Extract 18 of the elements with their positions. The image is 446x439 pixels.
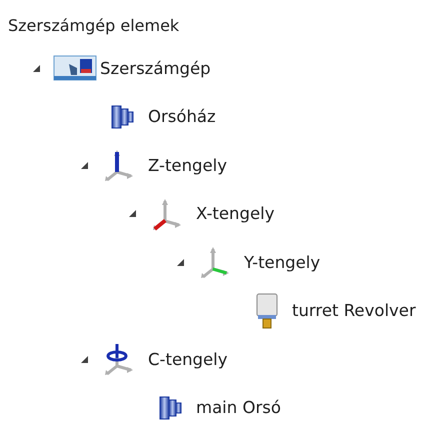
tool-icon bbox=[255, 292, 279, 329]
tree-item-label[interactable]: Szerszámgép bbox=[100, 58, 211, 78]
tree-item-label[interactable]: Orsóház bbox=[148, 107, 216, 126]
tree-item-label[interactable]: main Orsó bbox=[196, 398, 281, 418]
tree-item-label[interactable]: turret Revolver bbox=[292, 301, 416, 320]
tree-item-label[interactable]: Y-tengely bbox=[244, 252, 320, 272]
tree-item-label[interactable]: X-tengely bbox=[196, 204, 274, 224]
expanded-arrow-icon[interactable] bbox=[80, 354, 89, 364]
panel-title: Szerszámgép elemek bbox=[8, 16, 180, 35]
expanded-arrow-icon[interactable] bbox=[128, 209, 137, 218]
tree-item-label[interactable]: Z-tengely bbox=[148, 156, 228, 175]
expanded-arrow-icon[interactable] bbox=[32, 64, 41, 73]
spindle-icon bbox=[158, 394, 184, 421]
machine-icon bbox=[53, 55, 97, 82]
spindle-icon bbox=[110, 104, 136, 130]
expanded-arrow-icon[interactable] bbox=[80, 160, 89, 170]
expanded-arrow-icon[interactable] bbox=[176, 258, 185, 267]
tree-item-label[interactable]: C-tengely bbox=[148, 350, 228, 369]
